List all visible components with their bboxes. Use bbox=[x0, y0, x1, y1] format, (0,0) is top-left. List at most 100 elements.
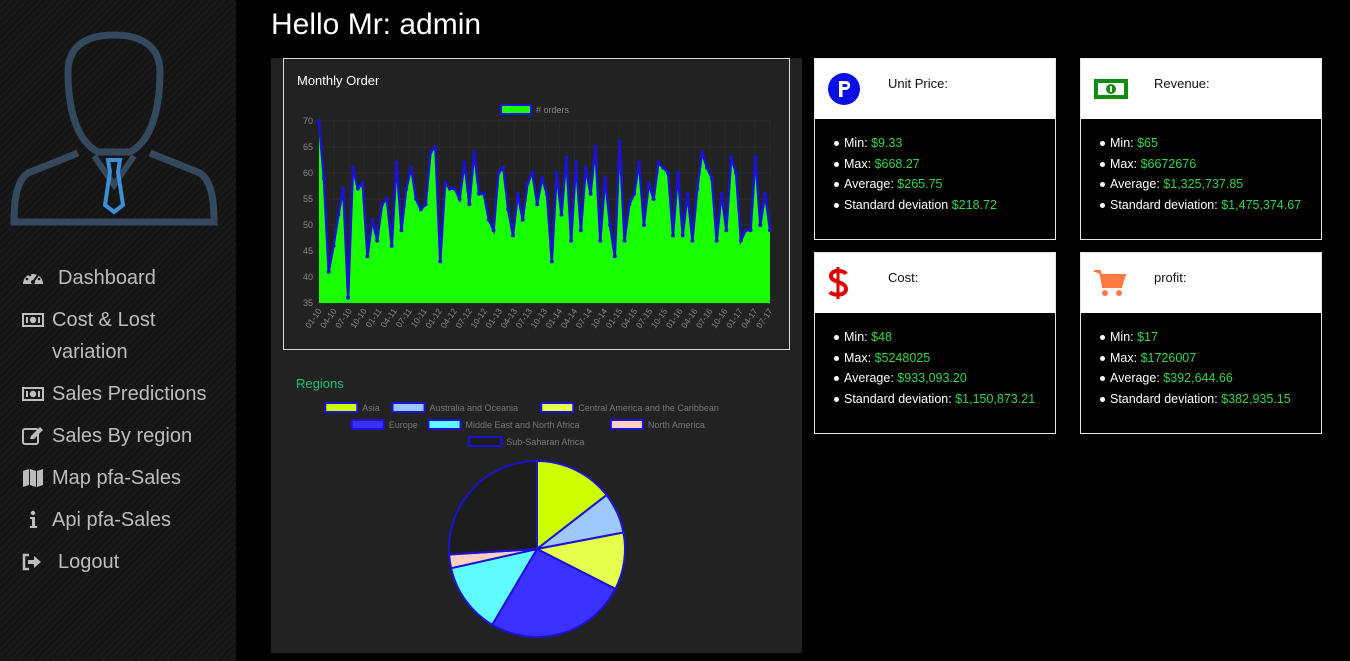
data-point bbox=[501, 165, 506, 170]
legend-swatch bbox=[391, 402, 426, 413]
data-point bbox=[428, 150, 433, 155]
data-point bbox=[607, 223, 612, 227]
data-point bbox=[700, 150, 705, 155]
stat-label: Min: bbox=[1110, 330, 1134, 344]
monthly-order-chart: Monthly Order # orders 35 40 45 50 55 60 65 70 01… bbox=[283, 58, 790, 350]
data-point bbox=[695, 186, 700, 191]
user-avatar-icon bbox=[10, 31, 218, 226]
sidebar-item-api[interactable]: Api pfa-Sales bbox=[0, 504, 236, 536]
stat-value: $17 bbox=[1137, 330, 1158, 344]
legend-swatch bbox=[609, 419, 644, 430]
y-tick-label: 55 bbox=[303, 194, 313, 204]
data-point bbox=[384, 197, 389, 201]
data-point bbox=[768, 228, 772, 233]
data-point bbox=[360, 181, 365, 186]
data-point bbox=[491, 228, 496, 233]
stat-label: Min: bbox=[1110, 136, 1134, 150]
data-point bbox=[317, 119, 321, 123]
stat-item: Max: $6672676 bbox=[1100, 154, 1321, 175]
stat-value: $1,150,873.21 bbox=[955, 391, 1036, 406]
stat-label: Max: bbox=[1110, 350, 1138, 365]
data-point bbox=[583, 165, 588, 170]
legend-swatch bbox=[350, 419, 385, 430]
card-header: profit: bbox=[1081, 253, 1321, 313]
stat-item: Max: $668.27 bbox=[834, 154, 1055, 175]
data-point bbox=[438, 259, 443, 264]
stat-value: $1,325,737.85 bbox=[1163, 177, 1244, 191]
x-tick-label: 07-17 bbox=[754, 306, 775, 330]
sidebar-item-dashboard[interactable]: Dashboard bbox=[0, 262, 236, 294]
stat-item: Standard deviation: $382,935.15 bbox=[1100, 389, 1321, 410]
data-point bbox=[617, 139, 622, 144]
chart-legend: # orders bbox=[500, 104, 570, 115]
data-point bbox=[506, 207, 511, 212]
legend-swatch bbox=[324, 402, 359, 413]
page-title: Hello Mr: admin bbox=[271, 8, 482, 41]
legend-swatch bbox=[500, 104, 532, 115]
data-point bbox=[714, 238, 719, 243]
pie-legend: Asia Australia and Oceania Central America… bbox=[324, 402, 719, 447]
sidebar-item-cost-lost[interactable]: Cost & Lost variation bbox=[0, 304, 236, 368]
stat-item: Max: $5248025 bbox=[834, 348, 1055, 369]
stat-card: Cost: Min: $48 Max: $5248025 Average: $933… bbox=[814, 252, 1056, 434]
data-point bbox=[646, 181, 651, 186]
data-point bbox=[413, 197, 418, 201]
stat-value: $6672676 bbox=[1140, 156, 1197, 171]
regions-chart-title: Regions bbox=[296, 376, 344, 391]
stat-value: $392,644.66 bbox=[1163, 371, 1233, 385]
sidebar-item-sales-by-region[interactable]: Sales By region bbox=[0, 420, 236, 452]
data-point bbox=[559, 212, 564, 217]
sidebar-item-sales-predictions[interactable]: Sales Predictions bbox=[0, 378, 236, 410]
data-point bbox=[481, 191, 486, 196]
data-point bbox=[540, 176, 545, 181]
stat-list: Min: $48 Max: $5248025 Average: $933,093.2… bbox=[834, 327, 1055, 409]
data-point bbox=[675, 171, 680, 175]
stat-item: Min: $65 bbox=[1100, 133, 1321, 154]
data-point bbox=[544, 191, 549, 196]
stat-card: Unit Price: Min: $9.33 Max: $668.27 Averag… bbox=[814, 58, 1056, 240]
data-point bbox=[680, 233, 685, 238]
y-tick-label: 45 bbox=[303, 246, 313, 256]
stat-label: Max: bbox=[1110, 156, 1138, 171]
sidebar-item-map[interactable]: Map pfa-Sales bbox=[0, 462, 236, 494]
data-point bbox=[346, 295, 351, 300]
data-point bbox=[598, 238, 603, 243]
card-body: Min: $9.33 Max: $668.27 Average: $265.75 St… bbox=[815, 119, 1055, 215]
data-point bbox=[671, 233, 676, 238]
data-point bbox=[486, 217, 491, 222]
stat-list: Min: $65 Max: $6672676 Average: $1,325,737… bbox=[1100, 133, 1321, 215]
stat-label: Standard deviation bbox=[844, 197, 949, 212]
sidebar-item-label: Logout bbox=[58, 551, 120, 573]
legend-label: Europe bbox=[389, 420, 418, 430]
parking-circle-icon bbox=[827, 69, 867, 109]
shopping-cart-icon bbox=[1093, 263, 1133, 303]
y-tick-label: 60 bbox=[303, 168, 313, 178]
sidebar: Dashboard Cost & Lost variation Sales Pr… bbox=[0, 0, 236, 661]
y-tick-label: 70 bbox=[303, 116, 313, 126]
stat-label: Min: bbox=[844, 136, 868, 150]
stat-value: $65 bbox=[1137, 136, 1158, 150]
data-point bbox=[748, 228, 753, 233]
data-point bbox=[370, 217, 375, 222]
stat-item: Average: $1,325,737.85 bbox=[1100, 174, 1321, 195]
scrollbar[interactable] bbox=[1338, 0, 1350, 661]
data-point bbox=[423, 202, 428, 207]
stat-value: $382,935.15 bbox=[1221, 391, 1291, 406]
data-point bbox=[467, 202, 472, 207]
data-point bbox=[690, 238, 695, 243]
card-title: profit: bbox=[1154, 270, 1187, 285]
legend-label: Australia and Oceania bbox=[430, 403, 519, 413]
data-point bbox=[729, 155, 734, 160]
logout-icon bbox=[22, 546, 48, 578]
money-bill-icon bbox=[1093, 69, 1133, 109]
data-point bbox=[763, 191, 768, 196]
legend-label: North America bbox=[648, 420, 705, 430]
sidebar-item-logout[interactable]: Logout bbox=[0, 546, 236, 578]
sidebar-item-label: Cost & Lost variation bbox=[52, 309, 156, 363]
data-point bbox=[704, 165, 709, 170]
card-title: Unit Price: bbox=[888, 76, 948, 91]
stat-label: Average: bbox=[844, 371, 894, 385]
regions-pie-chart: Asia Australia and Oceania Central America… bbox=[324, 402, 719, 638]
stat-value: $1726007 bbox=[1140, 350, 1197, 365]
card-body: Min: $65 Max: $6672676 Average: $1,325,737… bbox=[1081, 119, 1321, 215]
